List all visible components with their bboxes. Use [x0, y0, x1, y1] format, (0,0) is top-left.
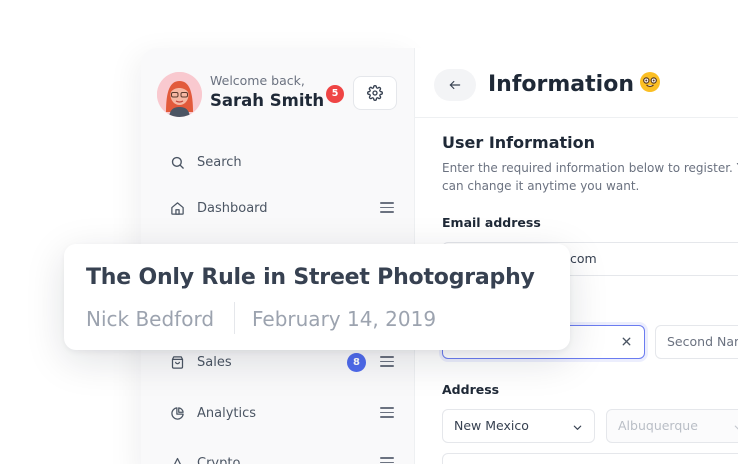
- avatar[interactable]: [157, 72, 202, 117]
- settings-button[interactable]: [353, 76, 397, 110]
- welcome-text: Welcome back,: [210, 73, 305, 88]
- arrow-left-icon: [449, 80, 461, 90]
- count-badge: 8: [347, 353, 366, 372]
- article-date: February 14, 2019: [252, 307, 437, 331]
- notification-badge[interactable]: 5: [326, 85, 344, 103]
- city-select: Albuquerque: [606, 409, 738, 443]
- search-label: Search: [197, 154, 242, 170]
- sidebar-item-label: Crypto: [197, 455, 241, 464]
- drag-handle-icon[interactable]: [380, 356, 394, 367]
- sidebar-item-label: Sales: [197, 354, 232, 370]
- drag-handle-icon[interactable]: [380, 407, 394, 418]
- section-description: Enter the required information below to …: [442, 161, 738, 193]
- chevron-down-icon: [734, 425, 738, 430]
- sidebar-item-label: Dashboard: [197, 200, 268, 216]
- sidebar-item-label: Analytics: [197, 405, 257, 421]
- email-value: com: [570, 251, 597, 266]
- page-title: Information: [488, 72, 660, 97]
- page-header: Information: [415, 48, 738, 118]
- city-value: Albuquerque: [618, 418, 698, 433]
- crypto-icon: [169, 455, 185, 464]
- sidebar-item-sales[interactable]: Sales 8: [169, 347, 399, 377]
- bag-icon: [169, 354, 185, 370]
- drag-handle-icon[interactable]: [380, 457, 394, 464]
- nerd-face-emoji-icon: [640, 72, 660, 92]
- section-title: User Information: [442, 133, 595, 152]
- page-title-text: Information: [488, 72, 634, 97]
- search-icon: [169, 154, 185, 170]
- sidebar-item-dashboard[interactable]: Dashboard: [169, 193, 399, 223]
- sidebar-item-crypto[interactable]: Crypto: [169, 448, 399, 464]
- second-name-placeholder: Second Name: [667, 334, 738, 349]
- pie-chart-icon: [169, 405, 185, 421]
- email-label: Email address: [442, 215, 541, 230]
- app-window: Welcome back, Sarah Smith 5 Search Dashb…: [0, 0, 738, 464]
- article-title[interactable]: The Only Rule in Street Photography: [86, 265, 535, 290]
- home-icon: [169, 200, 185, 216]
- avatar-illustration: [157, 72, 202, 117]
- state-value: New Mexico: [454, 418, 529, 433]
- divider: [234, 302, 235, 334]
- article-author: Nick Bedford: [86, 307, 215, 331]
- close-icon[interactable]: [620, 335, 633, 348]
- address-label: Address: [442, 382, 500, 397]
- chevron-down-icon: [573, 425, 582, 430]
- sidebar-search[interactable]: Search: [169, 147, 399, 177]
- state-select[interactable]: New Mexico: [442, 409, 595, 443]
- user-name: Sarah Smith: [210, 91, 325, 110]
- drag-handle-icon[interactable]: [380, 202, 394, 213]
- article-card[interactable]: The Only Rule in Street Photography Nick…: [64, 244, 570, 350]
- second-name-field[interactable]: Second Name: [655, 325, 738, 359]
- street-field[interactable]: [442, 453, 738, 464]
- back-button[interactable]: [434, 69, 476, 101]
- gear-icon: [367, 85, 383, 101]
- sidebar-item-analytics[interactable]: Analytics: [169, 398, 399, 428]
